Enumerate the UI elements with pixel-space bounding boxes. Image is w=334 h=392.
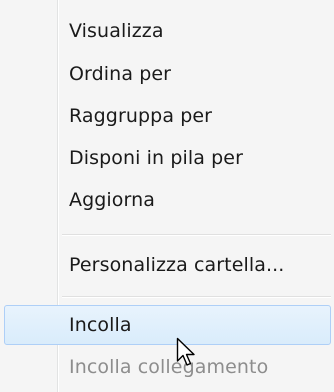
- menu-separator: [62, 296, 331, 297]
- menu-item-visualizza[interactable]: Visualizza: [4, 11, 331, 51]
- menu-item-label: Disponi in pila per: [69, 147, 243, 169]
- menu-item-personalizza-cartella[interactable]: Personalizza cartella...: [4, 245, 331, 285]
- menu-item-incolla-collegamento: Incolla collegamento: [4, 347, 331, 387]
- menu-item-raggruppa-per[interactable]: Raggruppa per: [4, 96, 331, 136]
- menu-item-label: Visualizza: [69, 20, 164, 42]
- context-menu: Visualizza Ordina per Raggruppa per Disp…: [0, 0, 334, 392]
- menu-item-label: Incolla: [69, 314, 132, 336]
- menu-item-label: Incolla collegamento: [69, 356, 269, 378]
- menu-item-label: Ordina per: [69, 63, 172, 85]
- menu-item-label: Raggruppa per: [69, 105, 213, 127]
- menu-separator: [62, 234, 331, 235]
- menu-item-label: Personalizza cartella...: [69, 254, 285, 276]
- menu-item-disponi-in-pila-per[interactable]: Disponi in pila per: [4, 138, 331, 178]
- menu-item-incolla[interactable]: Incolla: [4, 305, 331, 345]
- menu-item-label: Aggiorna: [69, 189, 155, 211]
- menu-item-aggiorna[interactable]: Aggiorna: [4, 180, 331, 220]
- arrow-pointer-icon: [176, 337, 195, 366]
- menu-item-ordina-per[interactable]: Ordina per: [4, 54, 331, 94]
